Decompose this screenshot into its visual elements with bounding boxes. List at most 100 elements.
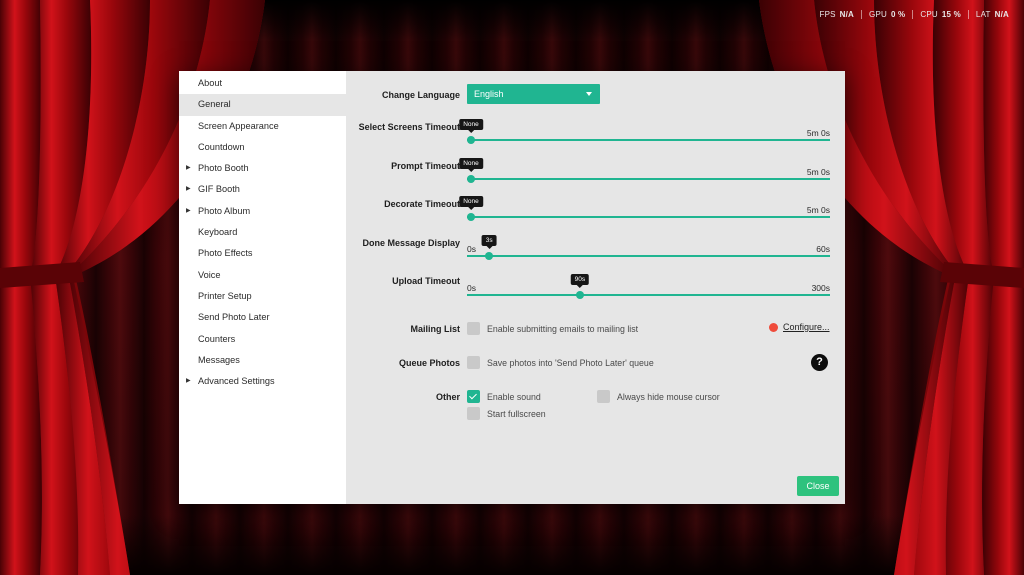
- slider-track[interactable]: [467, 216, 830, 218]
- start-fullscreen-option[interactable]: Start fullscreen: [467, 407, 546, 420]
- sidebar-item-screen-appearance[interactable]: Screen Appearance: [179, 116, 346, 137]
- other-label: Other: [435, 392, 460, 402]
- sidebar-item-label: Photo Effects: [198, 248, 253, 259]
- mailing-list-option-label: Enable submitting emails to mailing list: [487, 323, 639, 334]
- slider-handle[interactable]: [467, 136, 475, 144]
- slider-handle[interactable]: [485, 252, 494, 260]
- sidebar-item-countdown[interactable]: Countdown: [179, 137, 346, 158]
- sidebar-item-about[interactable]: About: [179, 73, 346, 94]
- slider-value-tooltip: 90s: [570, 274, 590, 288]
- stat-label: LAT: [975, 10, 991, 19]
- sidebar-item-label: Advanced Settings: [198, 376, 275, 387]
- slider-track[interactable]: [467, 178, 830, 180]
- prompt-timeout-slider[interactable]: 5m 0s None: [459, 158, 830, 184]
- select-screens-timeout-slider[interactable]: 5m 0s None: [459, 119, 830, 145]
- sidebar-item-photo-album[interactable]: ▶ Photo Album: [179, 201, 346, 222]
- sidebar-item-send-photo-later[interactable]: Send Photo Later: [179, 307, 346, 328]
- sidebar-item-messages[interactable]: Messages: [179, 350, 346, 371]
- settings-general-panel: Change Language English Select Screens T…: [346, 71, 845, 504]
- always-hide-cursor-label: Always hide mouse cursor: [617, 391, 720, 402]
- sidebar-item-advanced-settings[interactable]: ▶ Advanced Settings: [179, 371, 346, 392]
- start-fullscreen-label: Start fullscreen: [487, 408, 546, 419]
- sidebar-item-counters[interactable]: Counters: [179, 329, 346, 350]
- queue-photos-option[interactable]: Save photos into 'Send Photo Later' queu…: [467, 356, 654, 369]
- sidebar-item-label: Countdown: [198, 141, 245, 152]
- stat-value: 15 %: [941, 10, 961, 19]
- sidebar-item-keyboard[interactable]: Keyboard: [179, 222, 346, 243]
- slider-handle[interactable]: [575, 291, 584, 299]
- language-select-value: English: [474, 89, 504, 99]
- always-hide-cursor-checkbox[interactable]: [597, 390, 610, 403]
- mailing-list-checkbox[interactable]: [467, 322, 480, 335]
- stat-label: CPU: [920, 10, 938, 19]
- slider-value-tooltip: 3s: [481, 235, 497, 249]
- sidebar-item-photo-effects[interactable]: Photo Effects: [179, 243, 346, 264]
- slider-value-tooltip: None: [459, 196, 483, 210]
- queue-photos-checkbox[interactable]: [467, 356, 480, 369]
- sidebar-item-label: Photo Album: [198, 205, 251, 216]
- slider-track[interactable]: [467, 255, 830, 257]
- caret-right-icon: ▶: [186, 186, 191, 193]
- upload-timeout-label: Upload Timeout: [392, 276, 460, 286]
- language-select[interactable]: English: [467, 84, 600, 104]
- stat-gpu: GPU 0 %: [861, 10, 912, 19]
- mailing-list-label: Mailing List: [410, 324, 461, 334]
- stat-value: N/A: [994, 10, 1009, 19]
- caret-right-icon: ▶: [186, 207, 191, 214]
- question-circle-icon[interactable]: ?: [811, 354, 828, 371]
- sidebar-item-gif-booth[interactable]: ▶ GIF Booth: [179, 179, 346, 200]
- caret-right-icon: ▶: [186, 378, 191, 385]
- enable-sound-label: Enable sound: [487, 391, 541, 402]
- slider-max-label: 5m 0s: [806, 128, 830, 138]
- sidebar-item-label: About: [198, 78, 223, 88]
- enable-sound-option[interactable]: Enable sound: [467, 390, 541, 403]
- sidebar-item-printer-setup[interactable]: Printer Setup: [179, 286, 346, 307]
- decorate-timeout-slider[interactable]: 5m 0s None: [459, 196, 830, 222]
- sidebar-item-voice[interactable]: Voice: [179, 265, 346, 286]
- sidebar-item-label: General: [198, 99, 231, 110]
- slider-value-tooltip: None: [459, 119, 483, 133]
- slider-max-label: 60s: [816, 244, 830, 254]
- sidebar-item-label: Voice: [198, 269, 221, 280]
- sidebar-item-general[interactable]: General: [179, 94, 346, 116]
- slider-max-label: 5m 0s: [806, 205, 830, 215]
- start-fullscreen-checkbox[interactable]: [467, 407, 480, 420]
- stat-label: GPU: [869, 10, 887, 19]
- sidebar-item-label: Messages: [198, 354, 240, 365]
- slider-track[interactable]: [467, 139, 830, 141]
- settings-sidebar: About General Screen Appearance Countdown ▶ P…: [179, 71, 346, 504]
- upload-timeout-slider[interactable]: 0s 300s 90s: [467, 274, 830, 300]
- language-label: Change Language: [381, 90, 460, 100]
- sidebar-item-label: GIF Booth: [198, 184, 240, 195]
- stat-lat: LAT N/A: [967, 10, 1016, 19]
- configure-link[interactable]: Configure...: [783, 322, 830, 332]
- sidebar-item-label: Keyboard: [198, 227, 238, 238]
- done-message-display-slider[interactable]: 0s 60s 3s: [467, 235, 830, 261]
- sidebar-item-label: Printer Setup: [198, 290, 252, 301]
- settings-dialog: About General Screen Appearance Countdown ▶ P…: [179, 71, 845, 504]
- stat-fps: FPS N/A: [812, 10, 861, 19]
- slider-handle[interactable]: [467, 175, 475, 183]
- always-hide-cursor-option[interactable]: Always hide mouse cursor: [597, 390, 720, 403]
- stat-value: N/A: [839, 10, 855, 19]
- stat-label: FPS: [819, 10, 836, 19]
- queue-photos-option-label: Save photos into 'Send Photo Later' queu…: [487, 357, 654, 368]
- enable-sound-checkbox[interactable]: [467, 390, 480, 403]
- slider-handle[interactable]: [467, 213, 475, 221]
- sidebar-item-label: Photo Booth: [198, 163, 249, 174]
- stat-cpu: CPU 15 %: [912, 10, 968, 19]
- sidebar-item-photo-booth[interactable]: ▶ Photo Booth: [179, 158, 346, 179]
- decorate-timeout-label: Decorate Timeout: [384, 199, 460, 209]
- status-dot-icon: [769, 322, 778, 332]
- select-screens-timeout-label: Select Screens Timeout: [358, 122, 460, 132]
- caret-right-icon: ▶: [186, 165, 191, 172]
- configure-mailing-list[interactable]: Configure...: [769, 322, 830, 332]
- slider-track[interactable]: [467, 294, 830, 296]
- chevron-down-icon: [586, 92, 592, 96]
- sidebar-item-label: Screen Appearance: [198, 120, 279, 131]
- mailing-list-option[interactable]: Enable submitting emails to mailing list: [467, 322, 638, 335]
- stat-value: 0 %: [890, 10, 906, 19]
- close-button[interactable]: Close: [797, 476, 839, 496]
- queue-photos-label: Queue Photos: [398, 358, 460, 368]
- done-message-display-label: Done Message Display: [362, 238, 460, 248]
